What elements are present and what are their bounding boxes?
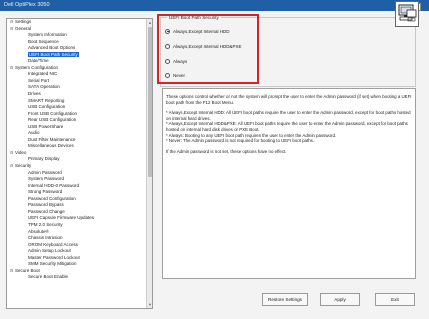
radio-never[interactable]: Never: [165, 71, 185, 79]
tree-item-label: Chassis Intrusion: [28, 235, 63, 241]
tree-item-label: Admin Password: [28, 169, 62, 175]
tree-item-label: Security: [15, 163, 32, 169]
help-bullet: * Always,Except Internal HDD&PXE: All UE…: [166, 121, 408, 132]
help-description: These options control whether or not the…: [162, 88, 416, 279]
tree-item-label: Audio: [28, 130, 40, 136]
tree-item-label: USB Configuration: [28, 104, 66, 110]
tree-item-label: Secure Boot Enable: [28, 274, 69, 280]
radio-button[interactable]: [165, 43, 170, 49]
tree-item-label: System Information: [28, 32, 67, 38]
tree-item-label: OROM Keyboard Access: [28, 241, 79, 247]
radio-button[interactable]: [165, 72, 170, 78]
help-bullet: * Always,Except Internal HDD: All UEFI b…: [166, 110, 411, 121]
tree-item-label: UEFI Boot Path Security: [28, 51, 79, 57]
tree-item-label: SMM Security Mitigation: [28, 261, 77, 267]
tree-item-label: Internal HDD-0 Password: [28, 182, 80, 188]
exit-button[interactable]: Exit: [375, 293, 415, 306]
settings-tree-list: ⊟ Settings ⊟ General System Information Boot …: [7, 19, 148, 281]
radio-button[interactable]: [165, 28, 170, 34]
tree-item-label: Drives: [28, 91, 41, 97]
tree-item-label: Rear USB Configuration: [28, 117, 77, 123]
scroll-up-icon[interactable]: ▲: [148, 20, 152, 25]
tree-item-label: Master Password Lockout: [28, 254, 80, 260]
tree-item-label: TPM 2.0 Security: [28, 221, 63, 227]
tree-item-label: USB PowerShare: [28, 123, 64, 129]
tree-item-label: System Password: [28, 176, 65, 182]
settings-tree[interactable]: ⊟ Settings ⊟ General System Information Boot …: [6, 18, 153, 309]
tree-item-label: Password Bypass: [28, 202, 64, 208]
tree-item-label: Video: [15, 149, 27, 155]
help-intro: These options control whether or not the…: [166, 94, 412, 105]
help-footer: If the Admin password is not set, these …: [166, 148, 287, 154]
tree-item-label: Admin Setup Lockout: [28, 248, 71, 254]
bios-window: ⊟ Settings ⊟ General System Information Boot …: [0, 11, 429, 319]
tree-item-label: Primary Display: [28, 156, 60, 162]
tree-scrollbar[interactable]: ▲ ▼: [146, 19, 152, 308]
radio-button[interactable]: [165, 58, 170, 64]
tree-item-label: Secure Boot: [15, 267, 40, 273]
title-bar: Dell OptiPlex 3050: [0, 0, 429, 11]
tree-item-label: SMART Reporting: [28, 97, 65, 103]
scroll-thumb[interactable]: [148, 27, 152, 177]
tree-item-label: Advanced Boot Options: [28, 45, 76, 51]
tree-item-label: Absolute®: [28, 228, 49, 234]
tree-item[interactable]: Secure Boot Enable: [7, 274, 148, 281]
apply-button[interactable]: Apply: [320, 293, 360, 306]
tree-item-label: System Configuration: [15, 64, 59, 70]
tree-item-label: Serial Port: [28, 77, 50, 83]
tree-item-label: Integrated NIC: [28, 71, 58, 77]
radio-label: Always: [173, 58, 188, 64]
tree-item-label: Boot Sequence: [28, 38, 59, 44]
radio-always[interactable]: Always: [165, 57, 187, 65]
tree-item-label: Date/Time: [28, 58, 49, 64]
computer-logo-icon: [395, 1, 419, 27]
scroll-down-icon[interactable]: ▼: [148, 302, 152, 307]
radio-label: Never: [173, 72, 186, 78]
radio-always-except-hdd[interactable]: Always,Except Internal HDD: [165, 27, 230, 35]
tree-item-label: Front USB Configuration: [28, 110, 78, 116]
tree-item-label: General: [15, 25, 32, 31]
tree-item-label: Password Change: [28, 208, 65, 214]
restore-settings-button[interactable]: Restore Settings: [262, 293, 308, 306]
tree-item-label: Settings: [15, 19, 32, 24]
tree-item-label: Strong Password: [28, 189, 63, 195]
radio-label: Always,Except Internal HDD: [173, 28, 230, 34]
radio-always-except-hdd-pxe[interactable]: Always,Except Internal HDD&PXE: [165, 42, 242, 50]
tree-item-label: Miscellaneous Devices: [28, 143, 74, 149]
tree-item-label: SATA Operation: [28, 84, 60, 90]
tree-item-label: Password Configuration: [28, 195, 76, 201]
radio-label: Always,Except Internal HDD&PXE: [173, 43, 242, 49]
help-bullet: * Never: The Admin password is not requi…: [166, 138, 315, 144]
window-title: Dell OptiPlex 3050: [4, 2, 50, 8]
tree-item-label: UEFI Capsule Firmware Updates: [28, 215, 95, 221]
tree-item-label: Dust Filter Maintenance: [28, 136, 76, 142]
